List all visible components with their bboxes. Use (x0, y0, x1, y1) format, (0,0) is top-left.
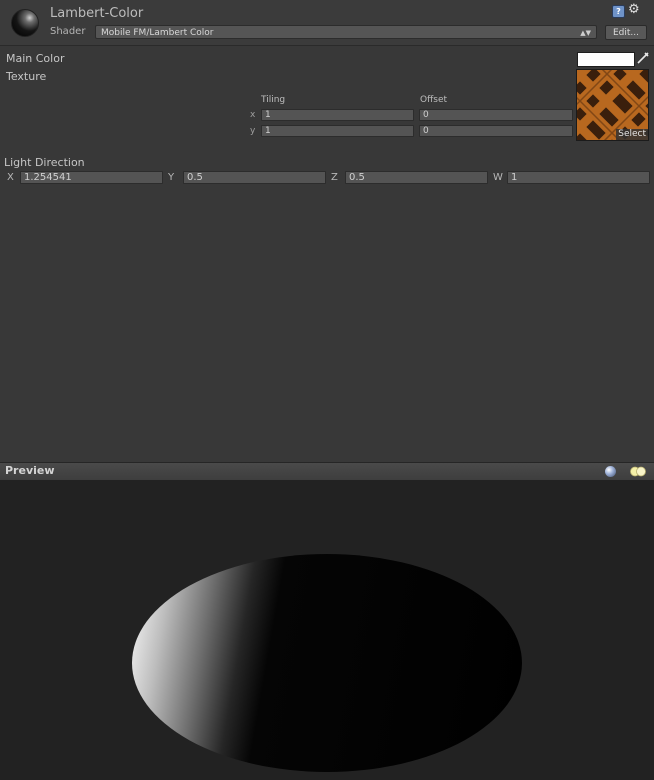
tiling-y-axis-label: y (250, 126, 256, 136)
material-sphere-icon (11, 9, 39, 37)
preview-header[interactable]: Preview (0, 462, 654, 481)
light-direction-w-label: W (493, 172, 503, 183)
texture-label: Texture (6, 70, 47, 83)
main-color-label: Main Color (6, 52, 65, 65)
texture-slot[interactable]: Select (576, 69, 649, 141)
shader-dropdown-value: Mobile FM/Lambert Color (101, 28, 214, 38)
light-direction-x-label: X (7, 172, 14, 183)
light-direction-x-field[interactable]: 1.254541 (20, 171, 163, 184)
tiling-label: Tiling (261, 95, 286, 105)
light-direction-z-field[interactable]: 0.5 (345, 171, 488, 184)
light-direction-w-field[interactable]: 1 (507, 171, 650, 184)
shader-label: Shader (50, 26, 86, 37)
texture-select-button[interactable]: Select (616, 129, 648, 140)
material-title: Lambert-Color (50, 6, 144, 21)
preview-sphere-icon[interactable] (605, 466, 616, 477)
light-direction-y-label: Y (168, 172, 175, 183)
main-color-swatch[interactable] (577, 52, 635, 67)
eyedropper-icon[interactable] (636, 51, 650, 65)
tiling-y-field[interactable]: 1 (261, 125, 414, 137)
shader-dropdown[interactable]: Mobile FM/Lambert Color ▲▼ (95, 25, 597, 39)
tiling-x-axis-label: x (250, 110, 256, 120)
light-direction-z-label: Z (331, 172, 338, 183)
preview-sphere-render (132, 554, 522, 772)
dropdown-arrow-icon: ▲▼ (580, 29, 591, 37)
offset-y-field[interactable]: 0 (419, 125, 573, 137)
help-book-icon[interactable]: ? (612, 5, 625, 18)
light-direction-y-field[interactable]: 0.5 (183, 171, 326, 184)
light-direction-label: Light Direction (4, 156, 85, 169)
offset-x-field[interactable]: 0 (419, 109, 573, 121)
preview-title: Preview (5, 464, 55, 477)
offset-label: Offset (420, 95, 448, 105)
gear-icon[interactable]: ⚙ (628, 2, 640, 17)
edit-shader-button[interactable]: Edit... (605, 25, 647, 40)
tiling-x-field[interactable]: 1 (261, 109, 414, 121)
preview-lights-icon[interactable] (628, 465, 648, 478)
